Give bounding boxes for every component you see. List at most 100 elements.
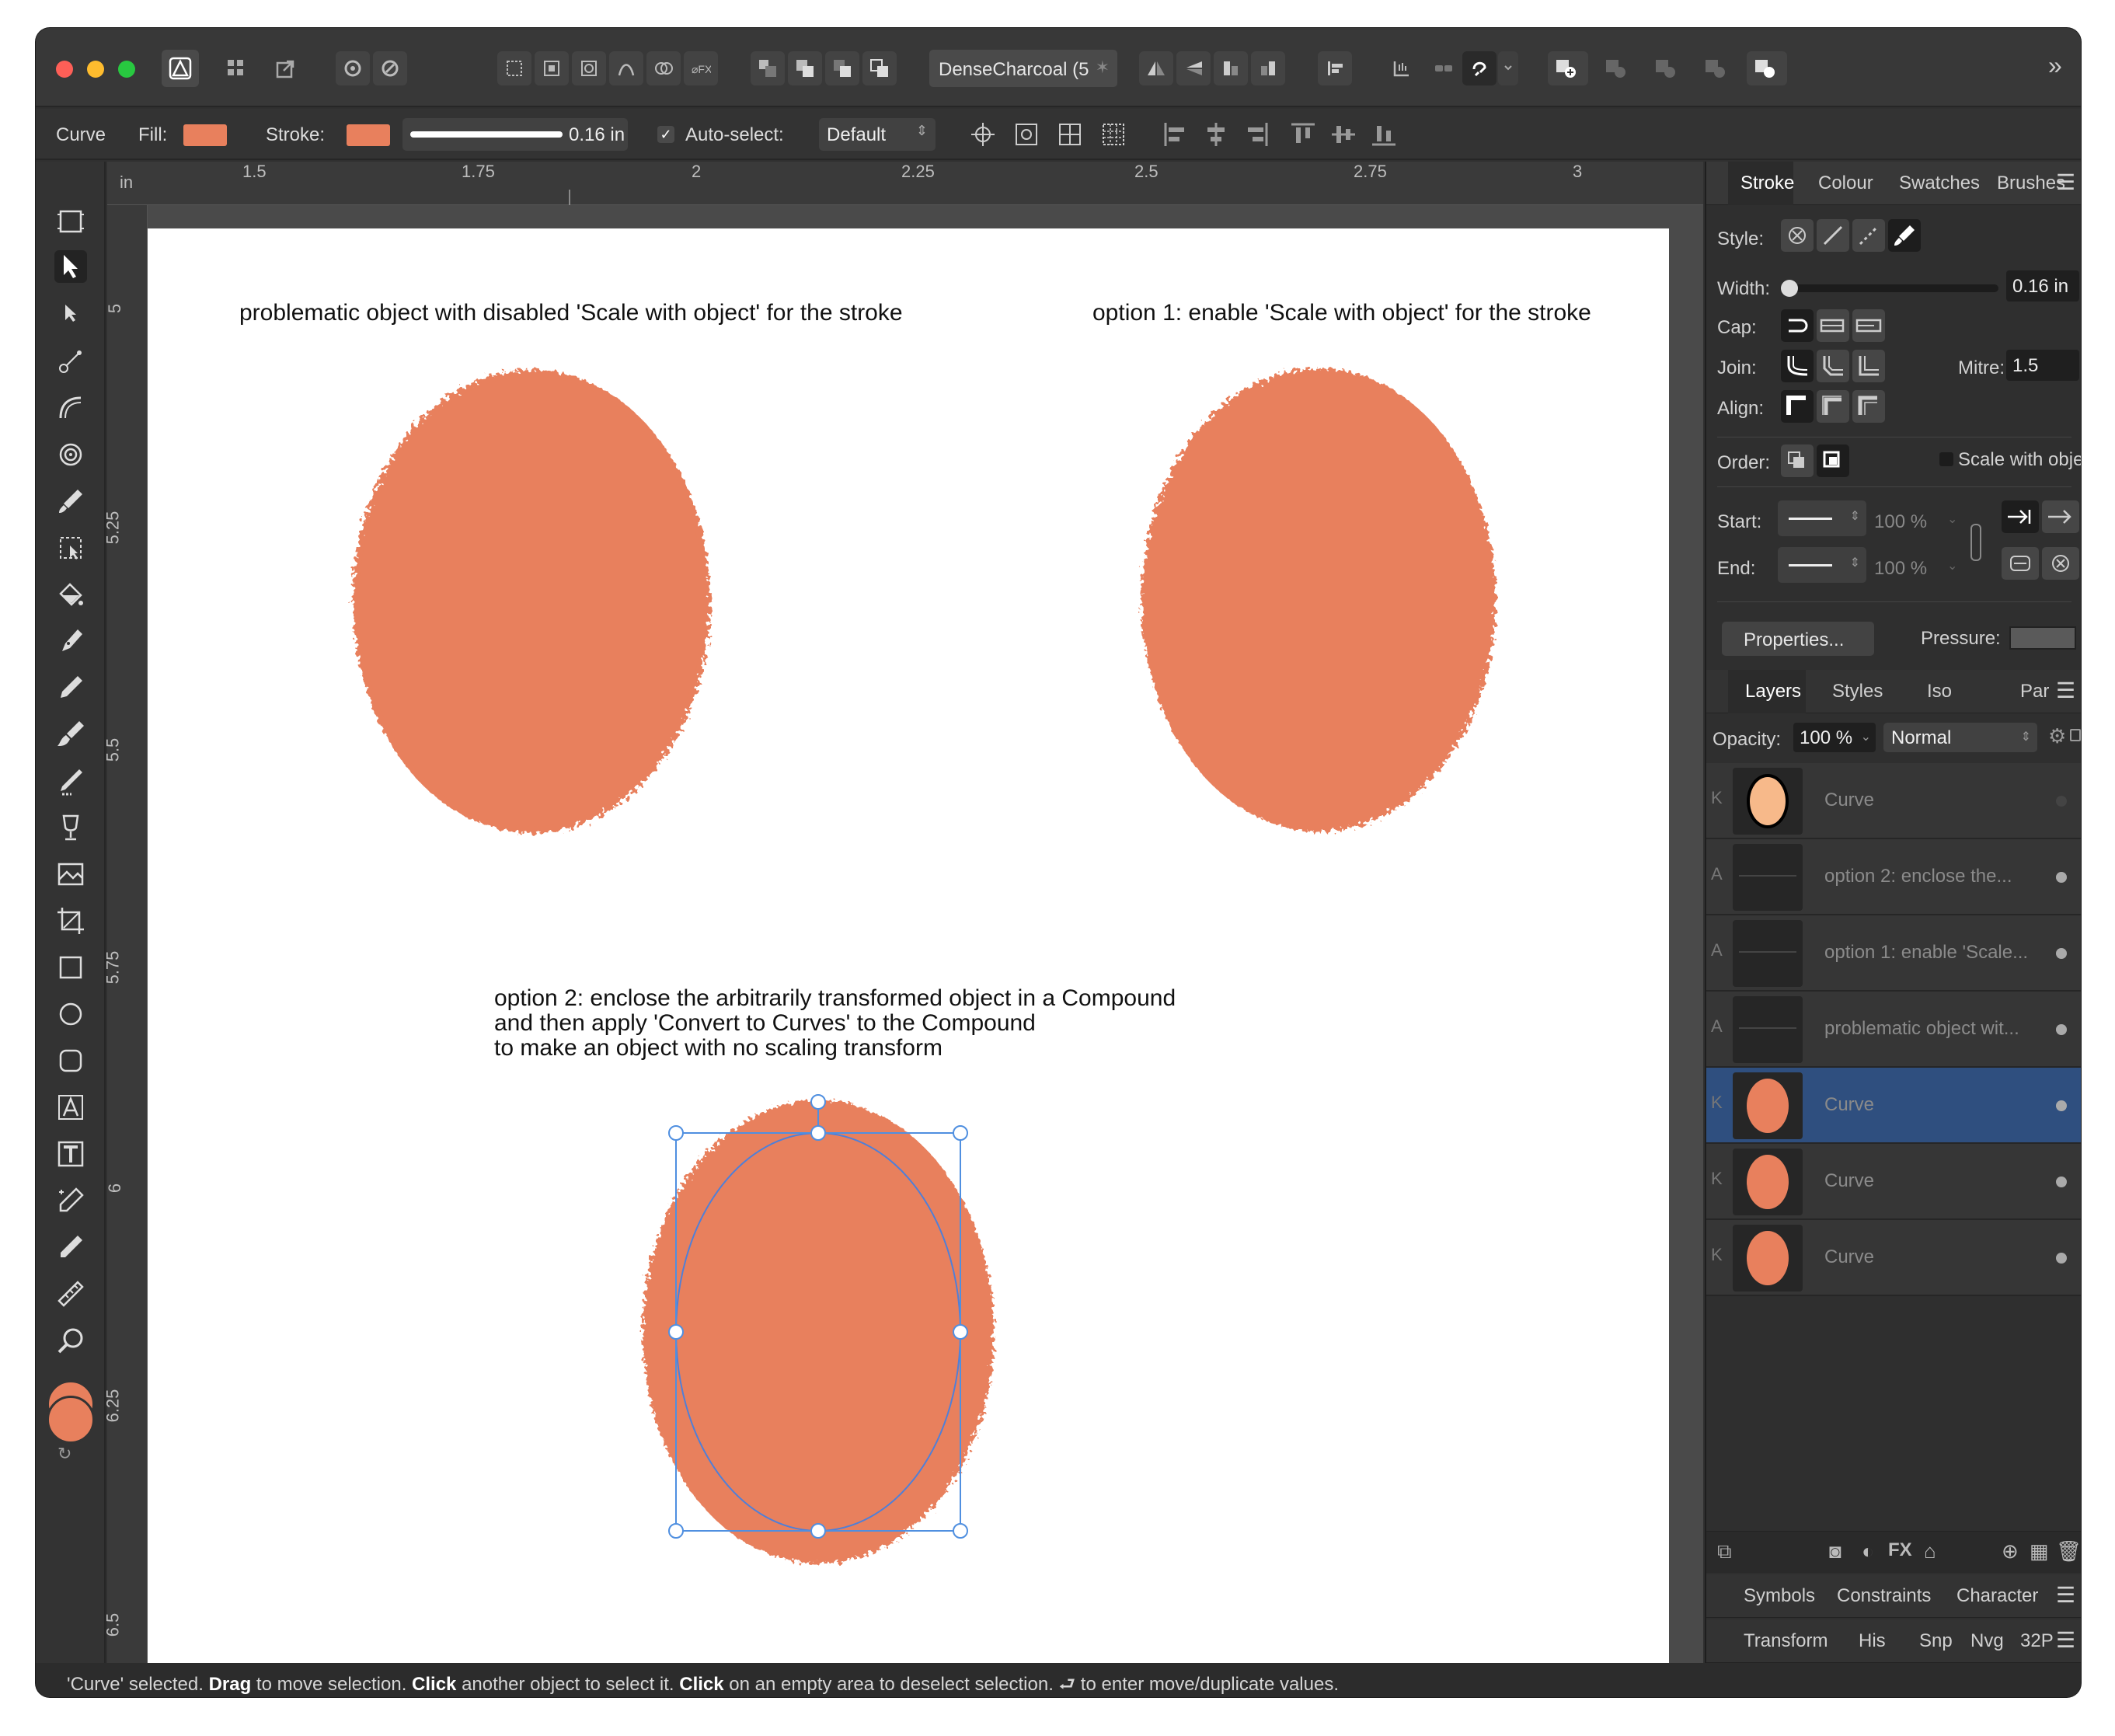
fill-swatch[interactable] — [183, 124, 227, 146]
blend-mode-dropdown[interactable]: Normal ⇕ — [1883, 723, 2037, 752]
tab-stroke[interactable]: Stroke — [1740, 173, 1794, 194]
artistic-text-tool-icon[interactable] — [54, 1091, 87, 1124]
node-tool-icon[interactable] — [54, 297, 87, 329]
style-dashed-icon[interactable] — [1852, 219, 1885, 252]
layer-row[interactable]: K Curve — [1706, 1068, 2081, 1144]
chevron-down-icon[interactable]: ⌄ — [1947, 558, 1957, 573]
add-layer-icon[interactable]: ⊕ — [2002, 1539, 2019, 1563]
arrange-backward-icon[interactable] — [788, 51, 822, 85]
panel-menu-icon[interactable]: ☰ — [2056, 169, 2075, 195]
point-transform-tool-icon[interactable] — [54, 345, 87, 378]
xor-boolean-icon[interactable] — [1697, 51, 1737, 85]
color-picker-tool-icon[interactable] — [54, 1184, 87, 1217]
subtract-boolean-icon[interactable] — [1598, 51, 1638, 85]
zoom-window-button[interactable] — [118, 61, 135, 78]
rotate-right-icon[interactable] — [1251, 51, 1285, 85]
designer-persona-icon[interactable] — [162, 50, 199, 87]
pixel-persona-icon[interactable] — [219, 51, 253, 85]
pen-tool-icon[interactable] — [54, 625, 87, 657]
align-middle-icon[interactable] — [1327, 118, 1360, 151]
autoselect-checkbox[interactable]: ✓ — [657, 126, 674, 143]
end-scale-value[interactable]: 100 % — [1874, 558, 1927, 580]
tab-iso[interactable]: Iso — [1927, 681, 1952, 702]
crop-tool-icon[interactable] — [54, 905, 87, 937]
eyedropper-tool-icon[interactable] — [54, 1231, 87, 1264]
tab-par[interactable]: Par — [2020, 681, 2049, 702]
cap-square-icon[interactable] — [1852, 309, 1885, 342]
toolbar-overflow-icon[interactable]: » — [2048, 51, 2062, 80]
place-image-tool-icon[interactable] — [54, 858, 87, 891]
intersect-boolean-icon[interactable] — [1647, 51, 1688, 85]
rectangle-tool-icon[interactable] — [54, 951, 87, 984]
width-slider-thumb[interactable] — [1781, 280, 1798, 297]
align-right-icon[interactable] — [1240, 118, 1273, 151]
tab-brushes[interactable]: Brushes — [1997, 173, 2065, 194]
tab-symbols[interactable]: Symbols — [1744, 1585, 1815, 1607]
transform-origin-icon[interactable] — [1385, 51, 1419, 85]
layer-visibility-toggle[interactable] — [2056, 948, 2067, 959]
align-left-icon[interactable] — [1159, 118, 1192, 151]
grid-alignment-icon[interactable] — [1097, 118, 1130, 151]
autoselect-dropdown[interactable]: Default ⇕ — [819, 118, 936, 151]
layer-row[interactable]: K Curve — [1706, 763, 2081, 839]
artboard[interactable]: problematic object with disabled 'Scale … — [148, 228, 1669, 1663]
add-boolean-icon[interactable] — [1548, 51, 1588, 85]
flip-vertical-icon[interactable] — [1176, 51, 1211, 85]
transform-origin-toggle-icon[interactable] — [967, 118, 999, 151]
layer-row[interactable]: Aproblematic object wit... — [1706, 992, 2081, 1068]
swap-arrowheads-icon[interactable] — [2002, 547, 2039, 580]
lock-icon[interactable] — [2070, 729, 2081, 741]
snapping-dropdown-chevron-icon[interactable] — [1498, 51, 1518, 85]
layer-row[interactable]: Aoption 2: enclose the... — [1706, 839, 2081, 915]
link-scale-icon[interactable] — [1970, 524, 1981, 561]
layer-row[interactable]: Aoption 1: enable 'Scale... — [1706, 915, 2081, 992]
tab-colour[interactable]: Colour — [1818, 173, 1873, 194]
align-center-stroke-icon[interactable] — [1781, 390, 1814, 423]
document-setup-icon[interactable] — [336, 51, 370, 85]
stroke-swatch[interactable] — [347, 124, 390, 146]
move-tool-icon[interactable] — [54, 250, 87, 283]
vector-brush-tool-icon[interactable] — [54, 485, 87, 518]
fx-layer-icon[interactable]: FX — [1888, 1539, 1912, 1561]
properties-button[interactable]: Properties... — [1722, 622, 1874, 656]
lasso-tool-icon[interactable] — [54, 532, 87, 564]
transparency-tool-icon[interactable] — [54, 811, 87, 844]
show-bounding-box-icon[interactable] — [1010, 118, 1043, 151]
arrowhead-end-dropdown[interactable]: ⇕ — [1778, 547, 1866, 583]
rotate-left-icon[interactable] — [1214, 51, 1248, 85]
tab-swatches[interactable]: Swatches — [1899, 173, 1980, 194]
join-mitre-icon[interactable] — [1852, 350, 1885, 382]
fill-tool-icon[interactable] — [54, 578, 87, 611]
join-round-icon[interactable] — [1781, 350, 1814, 382]
stroke-width-control[interactable]: 0.16 in — [402, 118, 628, 151]
layer-visibility-toggle[interactable] — [2056, 1024, 2067, 1035]
divide-boolean-icon[interactable] — [1747, 51, 1787, 85]
shape-option2[interactable] — [643, 1100, 994, 1563]
layer-visibility-toggle[interactable] — [2056, 872, 2067, 883]
zoom-tool-icon[interactable] — [54, 1324, 87, 1357]
resize-handle-r[interactable] — [953, 1324, 968, 1340]
tab-constraints[interactable]: Constraints — [1837, 1585, 1931, 1607]
resize-handle-bl[interactable] — [668, 1523, 684, 1539]
add-pixel-layer-icon[interactable]: ▦ — [2030, 1539, 2049, 1563]
pressure-curve-preview[interactable] — [2009, 626, 2076, 650]
ruler-tool-icon[interactable] — [54, 1278, 87, 1310]
opacity-input[interactable]: 100 % ⌄ — [1793, 723, 1876, 752]
style-none-icon[interactable] — [1781, 219, 1814, 252]
frame-text-tool-icon[interactable] — [54, 1138, 87, 1170]
pencil-tool-icon[interactable] — [54, 671, 87, 704]
corner-tool-icon[interactable] — [54, 392, 87, 424]
order-behind-fill-icon[interactable] — [1781, 444, 1814, 477]
fill-color-well[interactable] — [47, 1396, 95, 1444]
show-handles-icon[interactable] — [1054, 118, 1086, 151]
measure-tool-icon[interactable] — [54, 438, 87, 471]
arrowhead-start-dropdown[interactable]: ⇕ — [1778, 500, 1866, 536]
ellipse-tool-icon[interactable] — [54, 998, 87, 1030]
align-inside-stroke-icon[interactable] — [1817, 390, 1849, 423]
arrange-front-icon[interactable] — [862, 51, 897, 85]
layer-row[interactable]: K Curve — [1706, 1144, 2081, 1220]
width-slider[interactable] — [1781, 280, 1998, 297]
brush-preset-dropdown[interactable]: DenseCharcoal (5 ✶ — [929, 50, 1117, 87]
resize-handle-tl[interactable] — [668, 1125, 684, 1141]
layer-visibility-toggle[interactable] — [2056, 1177, 2067, 1187]
